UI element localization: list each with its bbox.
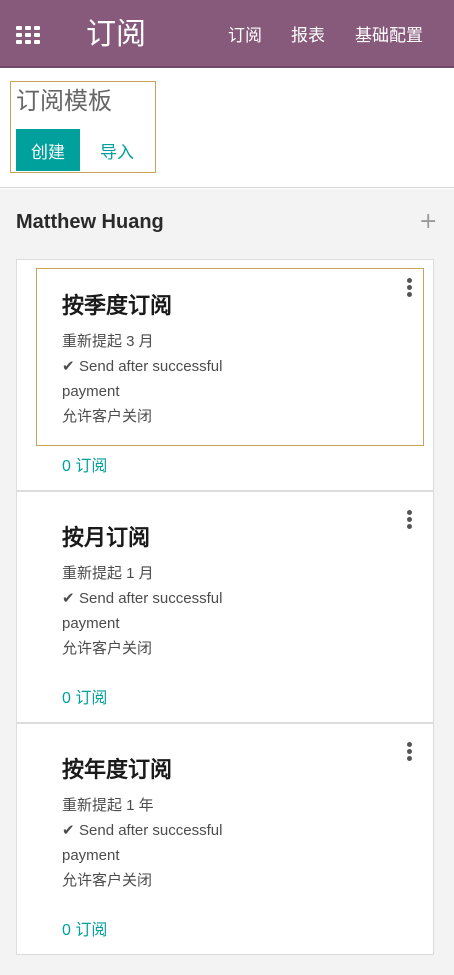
invoice-policy-text: Send after successful — [79, 822, 223, 839]
check-icon: ✔ — [62, 822, 75, 839]
invoice-policy-text: Send after successful — [79, 358, 223, 375]
kanban-card[interactable]: 按季度订阅 重新提起 3 月 ✔ Send after successful pa… — [16, 259, 434, 491]
import-button[interactable]: 导入 — [86, 129, 148, 171]
card-closable: 允许客户关闭 — [62, 640, 153, 657]
apps-grid-icon[interactable] — [16, 26, 40, 44]
menu-reports[interactable]: 报表 — [291, 24, 325, 48]
top-navbar: 订阅 订阅 报表 基础配置 — [0, 0, 454, 68]
kanban-card[interactable]: 按年度订阅 重新提起 1 年 ✔ Send after successful pa… — [16, 723, 434, 955]
card-recurrence: 重新提起 1 年 — [62, 797, 154, 814]
card-invoice-policy-cont: payment — [62, 383, 120, 400]
card-recurrence: 重新提起 3 月 — [62, 333, 154, 350]
kebab-menu-icon[interactable] — [401, 510, 417, 532]
card-invoice-policy: ✔ Send after successful — [62, 821, 222, 841]
subscriptions-count-link[interactable]: 0 订阅 — [62, 920, 107, 942]
control-panel-highlight: 订阅模板 创建 导入 — [10, 81, 156, 173]
card-invoice-policy: ✔ Send after successful — [62, 357, 222, 377]
control-panel: 订阅模板 创建 导入 — [0, 70, 454, 188]
check-icon: ✔ — [62, 590, 75, 607]
card-title: 按年度订阅 — [62, 758, 173, 783]
plus-icon[interactable]: + — [419, 209, 437, 235]
card-invoice-policy-cont: payment — [62, 615, 120, 632]
page-title: 订阅模板 — [16, 87, 112, 115]
menu-subscriptions[interactable]: 订阅 — [228, 24, 262, 48]
kebab-menu-icon[interactable] — [401, 278, 417, 300]
card-title: 按季度订阅 — [62, 294, 173, 319]
card-title: 按月订阅 — [62, 526, 151, 551]
kanban-group-title: Matthew Huang — [16, 211, 164, 233]
card-recurrence: 重新提起 1 月 — [62, 565, 154, 582]
kebab-menu-icon[interactable] — [401, 742, 417, 764]
subscriptions-count-link[interactable]: 0 订阅 — [62, 456, 107, 478]
create-button[interactable]: 创建 — [16, 129, 80, 171]
menu-configuration[interactable]: 基础配置 — [355, 24, 423, 48]
card-closable: 允许客户关闭 — [62, 408, 153, 425]
card-invoice-policy-cont: payment — [62, 847, 120, 864]
app-title[interactable]: 订阅 — [86, 16, 146, 54]
subscriptions-count-link[interactable]: 0 订阅 — [62, 688, 107, 710]
invoice-policy-text: Send after successful — [79, 590, 223, 607]
card-invoice-policy: ✔ Send after successful — [62, 589, 222, 609]
kanban-card[interactable]: 按月订阅 重新提起 1 月 ✔ Send after successful pay… — [16, 491, 434, 723]
card-closable: 允许客户关闭 — [62, 872, 153, 889]
kanban-view: Matthew Huang + 按季度订阅 重新提起 3 月 ✔ Send aft… — [0, 189, 454, 975]
check-icon: ✔ — [62, 358, 75, 375]
